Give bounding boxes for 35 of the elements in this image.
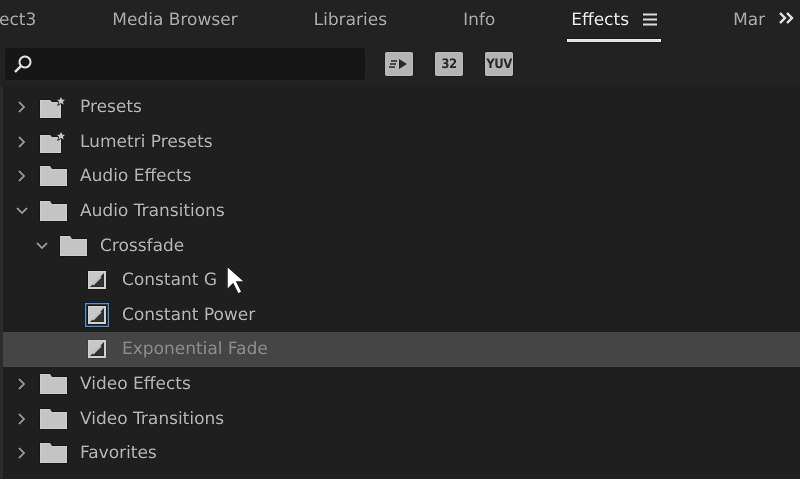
tree-item-label[interactable]: Video Transitions [80,408,224,429]
tree-item-label[interactable]: Favorites [80,443,157,464]
panel-tab[interactable]: ect3 [0,0,40,42]
starred-folder-icon [40,96,67,118]
folder-icon [40,166,67,186]
menu-icon[interactable] [643,13,658,26]
tree-item-label[interactable]: Presets [80,97,142,118]
accelerated-effects-button[interactable] [385,52,413,76]
folder-icon [40,443,67,464]
folder-icon [40,374,67,394]
folder-icon [60,236,87,256]
folder-icon [40,201,67,222]
tree-item-label[interactable]: Crossfade [100,236,184,256]
starred-folder-icon [40,130,67,153]
panel-tab[interactable]: Libraries [310,0,392,42]
panel-tab[interactable]: Mar [729,0,770,42]
tree-item-label: Constant G [122,270,218,290]
lines-play-icon [389,57,409,71]
tree-item-label: Exponential Fade [122,339,268,360]
panel-tab[interactable]: Effects [567,0,662,42]
tree-row[interactable]: Constant Power [3,298,800,332]
tree-item-label[interactable]: Lumetri Presets [80,132,213,152]
folder-icon [40,408,67,429]
tree-item-label: Constant Power [122,304,256,325]
filter-button[interactable]: 32 [435,52,463,76]
tree-row[interactable]: Constant G [3,262,800,298]
tree-item-label[interactable]: Video Effects [80,374,191,394]
tree-item-label[interactable]: Audio Effects [80,166,192,186]
overflow-chevrons-icon[interactable] [778,10,794,26]
tree-item-label[interactable]: Audio Transitions [80,201,225,222]
panel-tab[interactable]: Info [459,0,500,42]
panel-tab[interactable]: Media Browser [108,0,242,42]
filter-button[interactable]: YUV [485,52,513,76]
search-field[interactable] [5,48,365,80]
search-icon [13,54,33,74]
